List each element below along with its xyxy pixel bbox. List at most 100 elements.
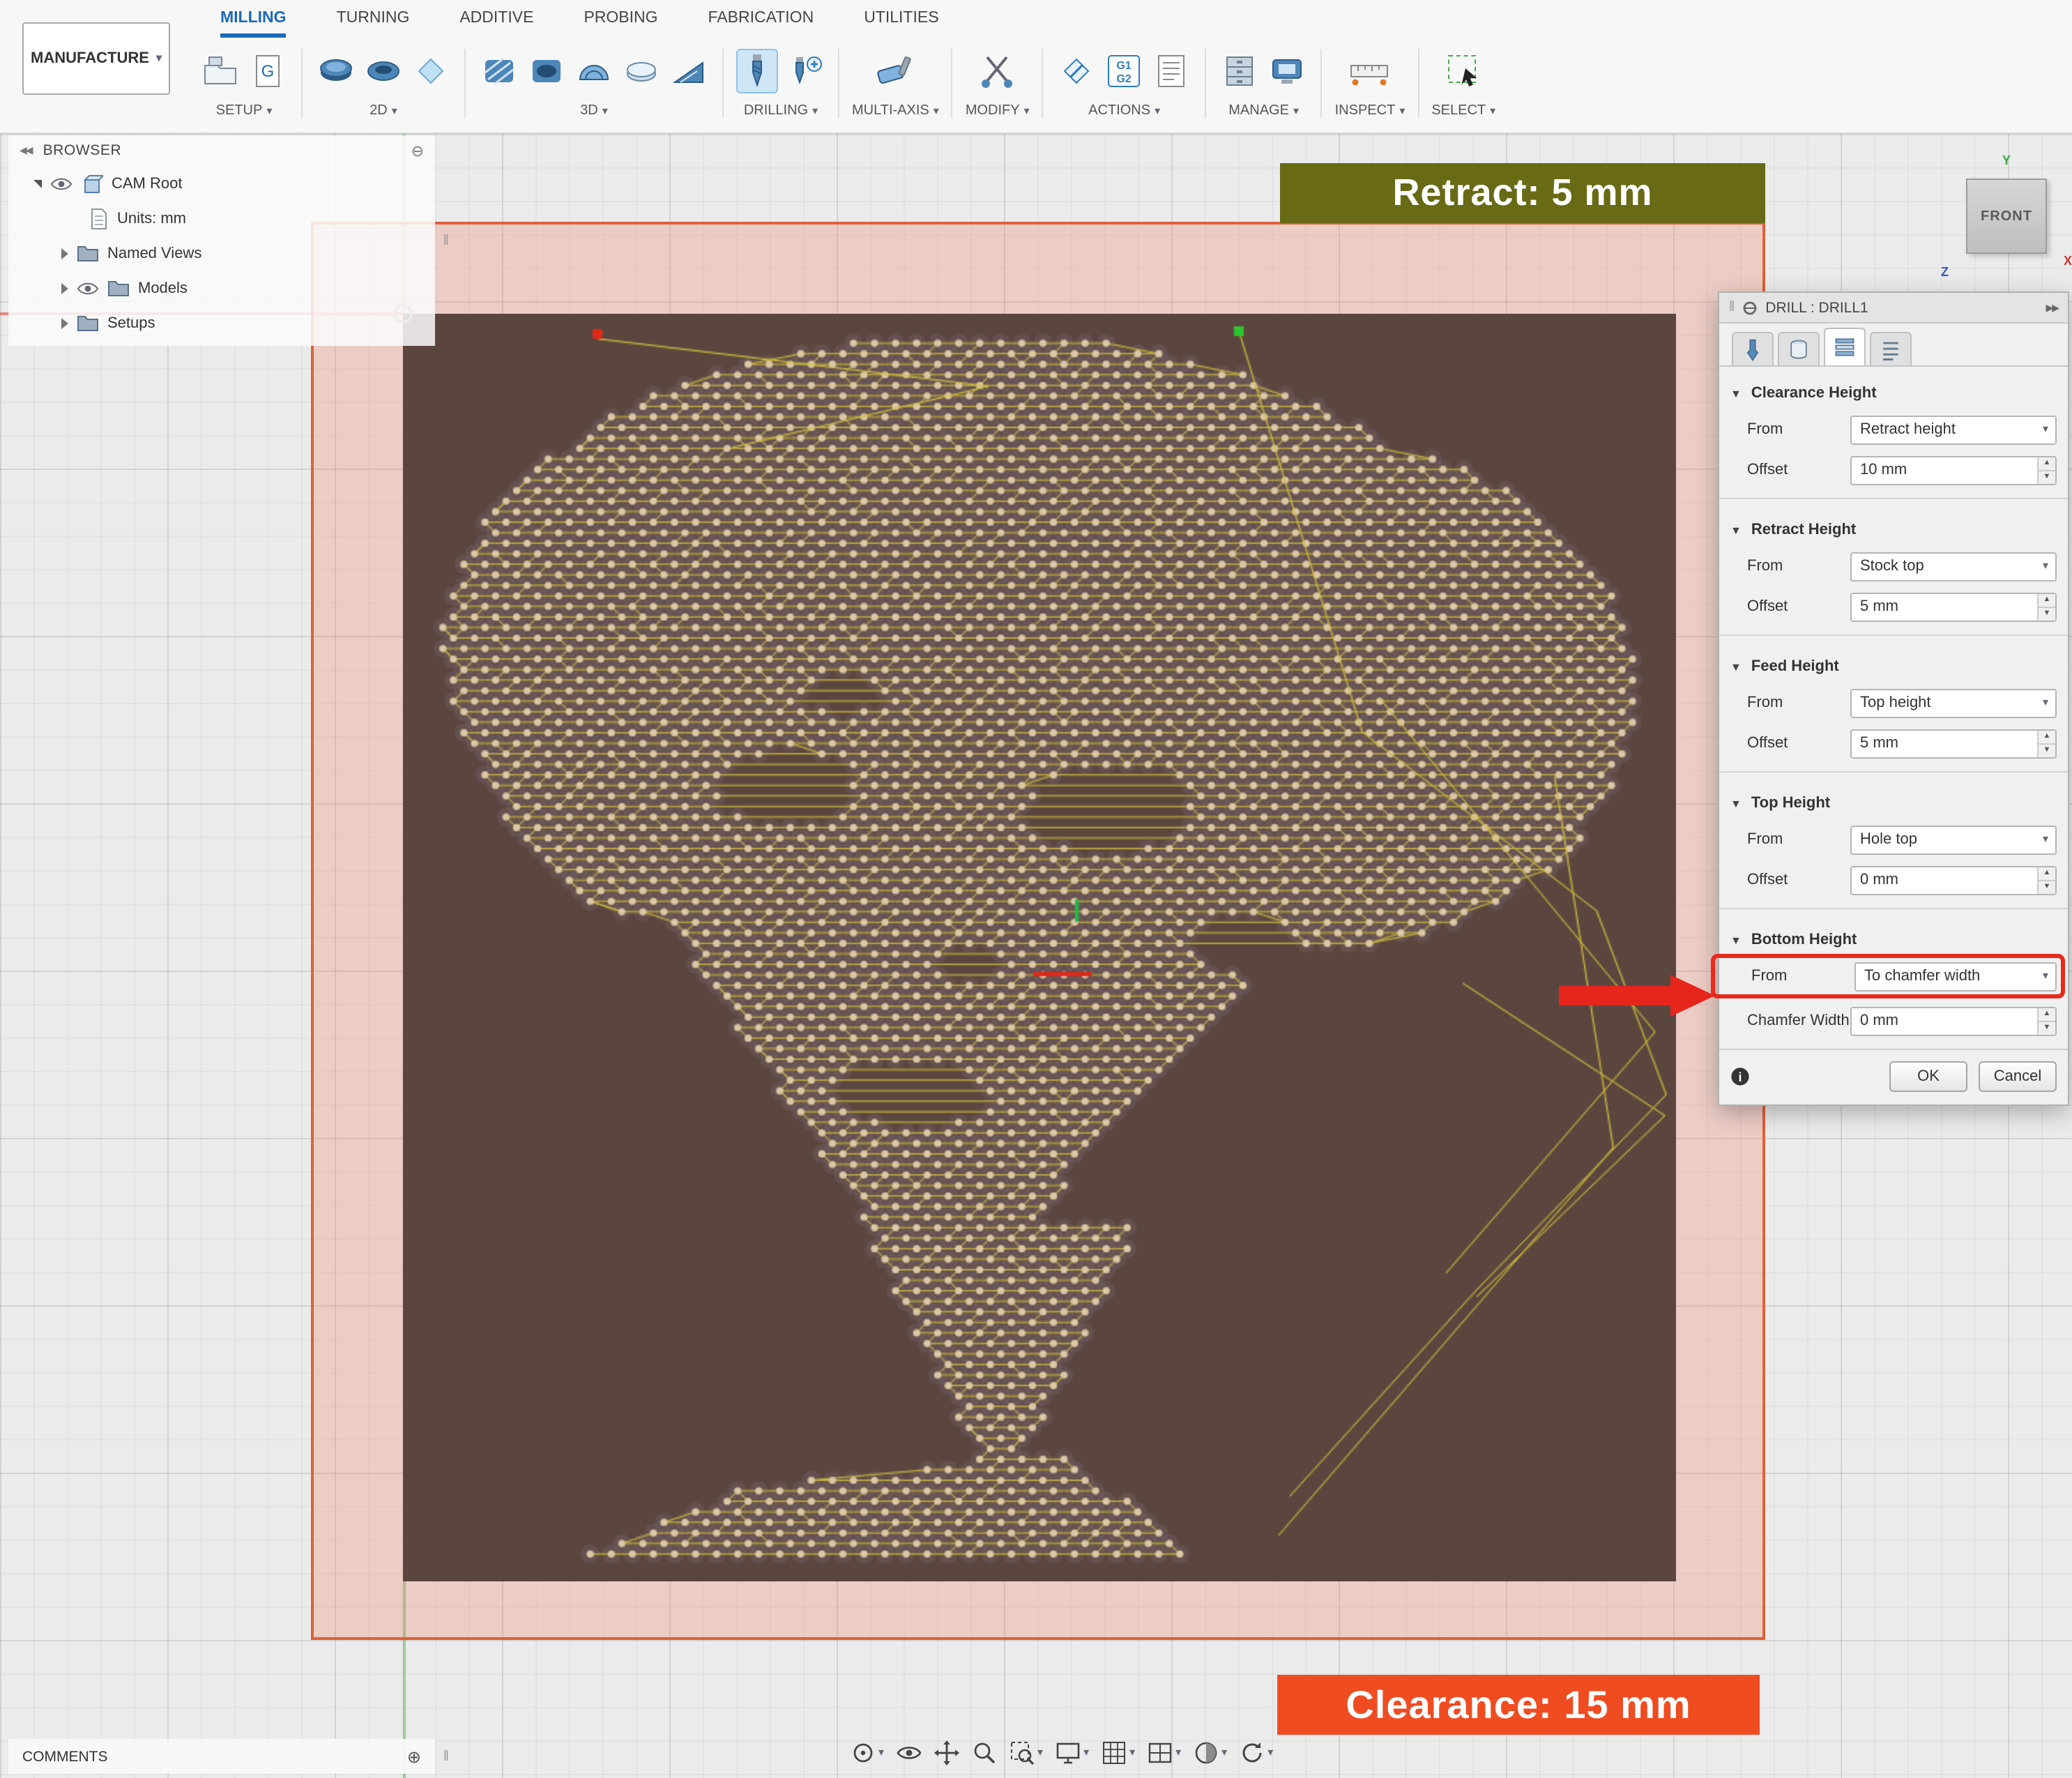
clearance-offset-input[interactable]: 10 mm ▲▼ (1850, 455, 2057, 485)
tab-milling[interactable]: MILLING (220, 0, 287, 38)
cancel-button[interactable]: Cancel (1979, 1061, 2057, 1092)
tab-utilities[interactable]: UTILITIES (864, 0, 938, 38)
select-window-icon[interactable] (1442, 49, 1484, 93)
browser-item-cam-root[interactable]: CAM Root (8, 166, 435, 201)
group-label-modify[interactable]: MODIFY ▾ (966, 103, 1030, 119)
section-top-height[interactable]: ▼ Top Height (1730, 785, 2057, 821)
post-process-icon[interactable]: G1G2 (1104, 49, 1145, 93)
expand-dialog-icon[interactable]: ▶▶ (2046, 302, 2058, 313)
minimize-browser-icon[interactable]: ⊖ (411, 142, 424, 160)
group-label-setup[interactable]: SETUP ▾ (216, 103, 273, 119)
section-clearance-height[interactable]: ▼ Clearance Height (1730, 375, 2057, 411)
visual-style-icon[interactable]: ▾ (1194, 1740, 1227, 1765)
eye-icon[interactable] (77, 280, 99, 296)
dialog-titlebar[interactable]: ‖ DRILL : DRILL1 ▶▶ (1719, 293, 2068, 324)
top-from-select[interactable]: Hole top ▾ (1850, 825, 2057, 854)
eye-icon[interactable] (50, 175, 73, 192)
clearance-from-select[interactable]: Retract height ▾ (1850, 415, 2057, 444)
feed-offset-input[interactable]: 5 mm ▲▼ (1850, 729, 2057, 758)
orbit-icon[interactable]: ▾ (851, 1740, 884, 1765)
collapse-panel-icon[interactable]: ◀◀ (20, 145, 32, 156)
workspace-switcher[interactable]: MANUFACTURE ▾ (22, 22, 170, 95)
gcode-document-icon[interactable]: G (247, 49, 289, 93)
look-at-icon[interactable] (897, 1743, 922, 1763)
pan-icon[interactable] (934, 1740, 959, 1765)
browser-item-units[interactable]: Units: mm (8, 201, 435, 236)
section-retract-height[interactable]: ▼ Retract Height (1730, 512, 2057, 548)
browser-item-models[interactable]: Models (8, 271, 435, 305)
group-label-inspect[interactable]: INSPECT ▾ (1335, 103, 1406, 119)
drill-create-icon[interactable] (784, 49, 825, 93)
ok-button[interactable]: OK (1889, 1061, 1967, 1092)
comments-panel[interactable]: COMMENTS ⊕ ‖ (8, 1739, 435, 1774)
group-label-manage[interactable]: MANAGE ▾ (1228, 103, 1299, 119)
dialog-footer: i OK Cancel (1719, 1049, 2068, 1104)
grid-settings-icon[interactable]: ▾ (1102, 1740, 1135, 1765)
spinner-arrows-icon[interactable]: ▲▼ (2037, 867, 2055, 893)
flat-icon[interactable] (620, 49, 662, 93)
2d-pocket-icon[interactable] (363, 49, 404, 93)
drill-icon[interactable] (736, 49, 778, 93)
view-cube[interactable]: Y FRONT X Z (1941, 151, 2069, 279)
dialog-drag-handle[interactable]: ‖ (1729, 300, 1735, 315)
spinner-arrows-icon[interactable]: ▲▼ (2037, 1008, 2055, 1034)
group-label-drilling[interactable]: DRILLING ▾ (744, 103, 818, 119)
spinner-arrows-icon[interactable]: ▲▼ (2037, 593, 2055, 620)
info-icon[interactable]: i (1730, 1067, 1750, 1086)
group-label-multiaxis[interactable]: MULTI-AXIS ▾ (852, 103, 939, 119)
zoom-icon[interactable] (972, 1740, 997, 1765)
browser-item-setups[interactable]: Setups (8, 305, 435, 340)
machine-library-icon[interactable] (1267, 49, 1309, 93)
swarf-icon[interactable] (874, 49, 916, 93)
tab-geometry[interactable] (1778, 332, 1820, 365)
panel-drag-handle[interactable]: ‖ (443, 1749, 449, 1764)
retract-from-select[interactable]: Stock top ▾ (1850, 552, 2057, 581)
tab-turning[interactable]: TURNING (337, 0, 410, 38)
measure-icon[interactable] (1349, 49, 1391, 93)
spinner-arrows-icon[interactable]: ▲▼ (2037, 730, 2055, 757)
refresh-icon[interactable]: ▾ (1240, 1740, 1273, 1765)
display-settings-icon[interactable]: ▾ (1056, 1742, 1089, 1764)
add-comment-icon[interactable]: ⊕ (407, 1747, 421, 1766)
ramp-icon[interactable] (668, 49, 710, 93)
section-bottom-height[interactable]: ▼ Bottom Height (1730, 922, 2057, 958)
tab-heights[interactable] (1824, 328, 1866, 365)
group-label-3d[interactable]: 3D ▾ (580, 103, 608, 119)
tool-library-icon[interactable] (1219, 49, 1261, 93)
group-label-select[interactable]: SELECT ▾ (1431, 103, 1495, 119)
expander-closed-icon[interactable] (61, 317, 68, 328)
2d-contour-icon[interactable] (410, 49, 452, 93)
expander-closed-icon[interactable] (61, 282, 68, 294)
adaptive-clearing-icon[interactable] (478, 49, 520, 93)
expander-open-icon[interactable] (33, 179, 42, 188)
group-label-2d[interactable]: 2D ▾ (370, 103, 397, 119)
viewcube-front-face[interactable]: FRONT (1966, 178, 2047, 254)
chevron-down-icon: ▾ (1293, 105, 1299, 116)
tab-probing[interactable]: PROBING (584, 0, 657, 38)
chevron-down-icon: ▾ (266, 105, 272, 116)
bottom-from-select[interactable]: To chamfer width ▾ (1854, 962, 2057, 991)
trim-toolpath-icon[interactable] (977, 49, 1019, 93)
simulate-icon[interactable] (1056, 49, 1098, 93)
steep-shallow-icon[interactable] (573, 49, 615, 93)
setup-sheet-icon[interactable] (1151, 49, 1193, 93)
expander-closed-icon[interactable] (61, 248, 68, 259)
feed-from-select[interactable]: Top height ▾ (1850, 688, 2057, 717)
panel-drag-handle[interactable]: ‖ (443, 233, 449, 248)
tab-fabrication[interactable]: FABRICATION (708, 0, 814, 38)
tab-cycle[interactable] (1870, 332, 1912, 365)
tab-additive[interactable]: ADDITIVE (459, 0, 533, 38)
top-offset-input[interactable]: 0 mm ▲▼ (1850, 865, 2057, 895)
2d-face-icon[interactable] (315, 49, 357, 93)
group-label-actions[interactable]: ACTIONS ▾ (1088, 103, 1160, 119)
new-setup-icon[interactable] (199, 49, 241, 93)
zoom-window-icon[interactable]: ▾ (1010, 1740, 1043, 1765)
retract-offset-input[interactable]: 5 mm ▲▼ (1850, 592, 2057, 621)
tab-tool[interactable] (1732, 332, 1774, 365)
spinner-arrows-icon[interactable]: ▲▼ (2037, 457, 2055, 483)
section-feed-height[interactable]: ▼ Feed Height (1730, 648, 2057, 685)
chamfer-width-input[interactable]: 0 mm ▲▼ (1850, 1006, 2057, 1035)
viewports-icon[interactable]: ▾ (1148, 1742, 1181, 1764)
browser-item-named-views[interactable]: Named Views (8, 236, 435, 271)
pocket-clearing-icon[interactable] (526, 49, 567, 93)
